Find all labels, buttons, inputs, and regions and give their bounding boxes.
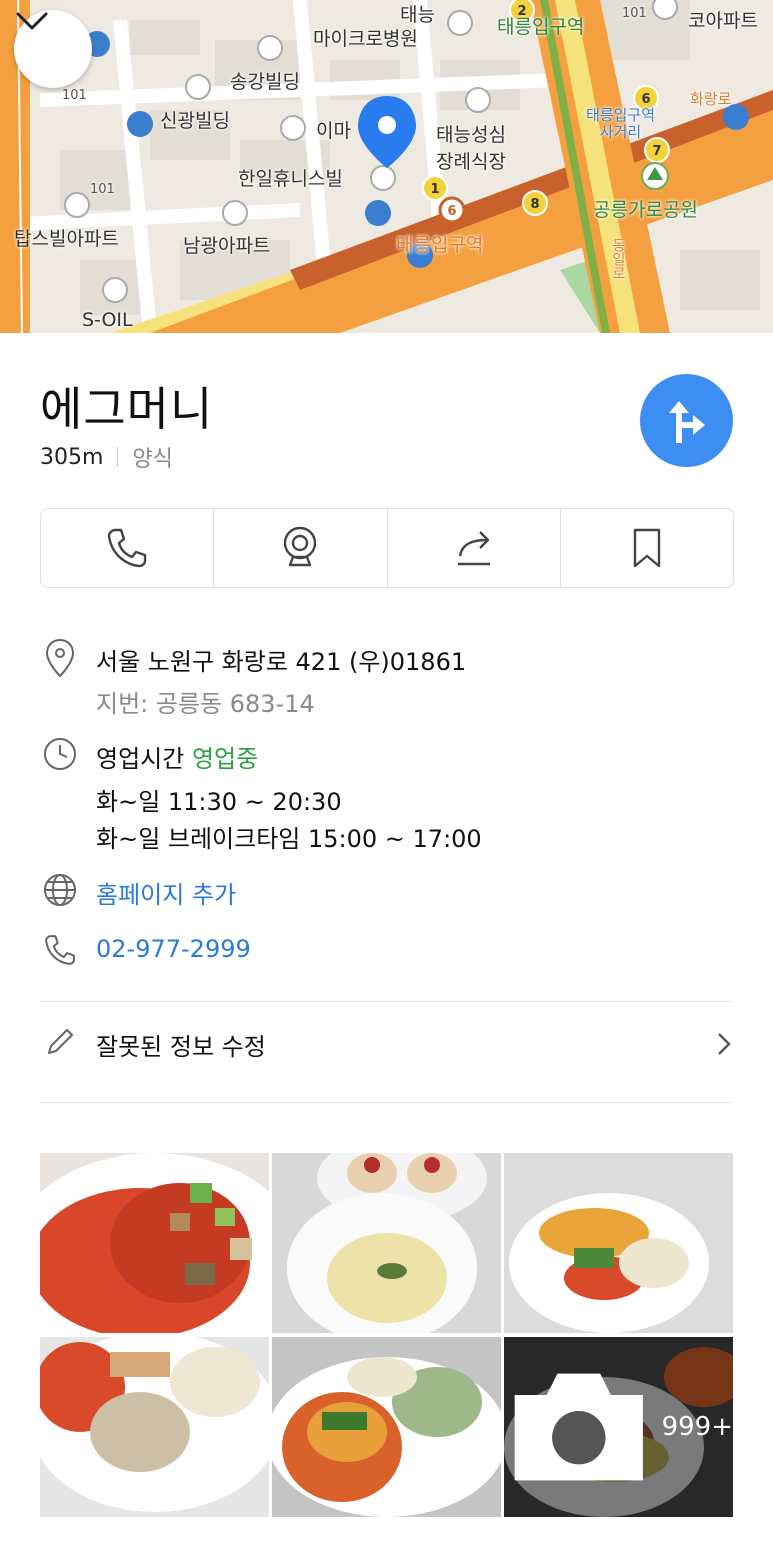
globe-icon <box>40 873 80 907</box>
map-label: 코아파트 <box>688 10 758 32</box>
share-icon <box>457 531 490 566</box>
place-detail-sheet: 에그머니 305m 양식 서울 노원구 화랑로 421 (우)01861 지번:… <box>0 333 773 1557</box>
map-label: 송강빌딩 <box>230 71 300 93</box>
map-label: 마이크로병원 <box>313 28 418 50</box>
phone-icon <box>40 933 80 967</box>
call-button[interactable] <box>41 509 215 587</box>
save-button[interactable] <box>561 509 733 587</box>
divider <box>40 1102 732 1103</box>
place-name: 에그머니 <box>40 382 214 436</box>
collapse-map-button[interactable] <box>14 10 92 88</box>
map-label-station: 태릉입구역 <box>396 234 484 256</box>
map-label: 탑스빌아파트 <box>14 228 119 250</box>
report-edit-row[interactable]: 잘못된 정보 수정 <box>40 1023 732 1079</box>
map-label: 태능 <box>400 4 435 26</box>
divider <box>40 1001 732 1002</box>
photo-thumbnail[interactable] <box>40 1337 269 1517</box>
svg-text:8: 8 <box>530 197 539 212</box>
map-label: 태능성심 장례식장 <box>436 124 506 173</box>
map-label: 태릉입구역 사거리 <box>586 106 656 141</box>
photo-thumbnail[interactable] <box>40 1153 269 1333</box>
map-label: 공릉가로공원 <box>593 199 698 221</box>
phone-icon <box>107 528 147 568</box>
clock-icon <box>40 737 80 771</box>
camera-icon <box>514 1373 643 1481</box>
action-bar <box>40 508 734 588</box>
chevron-down-icon <box>16 12 48 30</box>
road-address[interactable]: 서울 노원구 화랑로 421 (우)01861 <box>96 642 466 677</box>
meta-divider <box>117 447 119 467</box>
photo-thumbnail[interactable] <box>272 1337 501 1517</box>
map-label: 101 <box>62 88 87 103</box>
photo-thumbnail[interactable] <box>272 1153 501 1333</box>
pencil-icon <box>40 1025 80 1059</box>
directions-icon <box>668 400 705 443</box>
map-label: 101 <box>90 182 115 197</box>
photo-count: 999+ <box>661 1412 733 1442</box>
share-button[interactable] <box>388 509 561 587</box>
street-view-icon <box>284 526 317 567</box>
break-time-line: 화~일 브레이크타임 15:00 ~ 17:00 <box>96 825 482 853</box>
photo-grid: 999+ <box>40 1153 733 1518</box>
lot-address: 지번: 공릉동 683-14 <box>96 690 315 718</box>
svg-text:6: 6 <box>447 204 456 219</box>
hours-line: 화~일 11:30 ~ 20:30 <box>96 788 342 816</box>
chevron-right-icon <box>718 1033 731 1055</box>
location-icon <box>40 638 80 678</box>
add-homepage-link[interactable]: 홈페이지 추가 <box>96 875 236 910</box>
map-label: 화랑로 <box>690 90 732 108</box>
photo-more-thumbnail[interactable]: 999+ <box>504 1337 733 1517</box>
place-meta: 305m 양식 <box>40 441 173 473</box>
map-label: 동일로 <box>610 238 626 280</box>
map-label: 이마 <box>316 120 351 142</box>
map-label: S-OIL <box>82 309 133 331</box>
bookmark-icon <box>633 528 661 568</box>
svg-text:6: 6 <box>641 92 650 107</box>
map-label: 신광빌딩 <box>160 110 230 132</box>
directions-button[interactable] <box>640 374 733 467</box>
category: 양식 <box>132 447 173 472</box>
hours-header: 영업시간 영업중 <box>96 739 258 774</box>
photo-count-overlay: 999+ <box>504 1337 733 1517</box>
report-edit-label: 잘못된 정보 수정 <box>96 1033 266 1061</box>
photo-thumbnail[interactable] <box>504 1153 733 1333</box>
map-view[interactable]: 1 6 8 6 7 2 태능 마이크로병원 태릉입구역 101 코아파트 송강빌… <box>0 0 773 333</box>
svg-text:7: 7 <box>652 144 661 159</box>
svg-text:1: 1 <box>430 182 439 197</box>
map-label: 101 <box>622 6 647 21</box>
phone-number-link[interactable]: 02-977-2999 <box>96 935 251 963</box>
map-label: 남광아파트 <box>183 235 271 257</box>
street-view-button[interactable] <box>214 509 388 587</box>
hours-label: 영업시간 <box>96 745 185 773</box>
distance: 305m <box>40 444 104 470</box>
open-status: 영업중 <box>191 745 259 773</box>
map-label-station: 태릉입구역 <box>497 16 585 38</box>
map-label: 한일휴니스빌 <box>238 168 343 190</box>
